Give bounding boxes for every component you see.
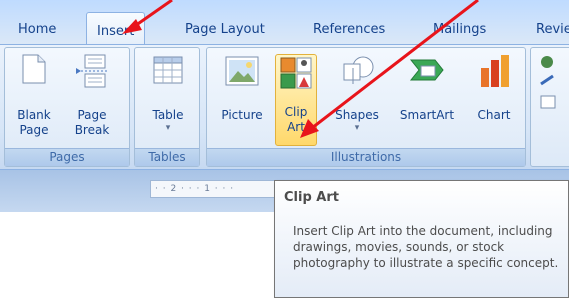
shapes-label: Shapes <box>335 108 379 122</box>
table-label: Table <box>152 108 184 122</box>
tab-home[interactable]: Home <box>18 22 56 37</box>
group-pages-label: Pages <box>5 148 129 166</box>
page-break-icon <box>76 54 107 88</box>
shapes-button[interactable]: Shapes ▾ <box>329 52 385 133</box>
group-illustrations-label: Illustrations <box>207 148 525 166</box>
group-links-partial <box>530 47 569 167</box>
picture-icon <box>225 56 259 86</box>
shapes-icon <box>343 56 374 84</box>
tab-page-layout[interactable]: Page Layout <box>185 22 265 37</box>
blank-page-button[interactable]: Blank Page <box>9 52 59 138</box>
tooltip-title: Clip Art <box>284 190 339 205</box>
tab-review[interactable]: Revie <box>536 22 569 37</box>
group-tables-label: Tables <box>135 148 199 166</box>
smartart-button[interactable]: SmartArt <box>393 52 461 123</box>
group-tables: Table ▾ Tables <box>134 47 200 167</box>
ribbon-panel: Blank Page Page Break Pages Table ▾ Tabl… <box>0 44 569 170</box>
group-illustrations: Picture Clip Art Shapes ▾ SmartArt Chart… <box>206 47 526 167</box>
tooltip-body: Insert Clip Art into the document, inclu… <box>293 224 559 270</box>
table-dropdown-icon: ▾ <box>165 123 171 133</box>
picture-button[interactable]: Picture <box>213 52 271 123</box>
tab-mailings[interactable]: Mailings <box>433 22 486 37</box>
group-pages: Blank Page Page Break Pages <box>4 47 130 167</box>
tab-references[interactable]: References <box>313 22 385 37</box>
shapes-dropdown-icon: ▾ <box>354 123 360 133</box>
clip-art-tooltip: Clip Art Insert Clip Art into the docume… <box>274 180 569 298</box>
page-break-label: Page Break <box>74 108 110 137</box>
smartart-icon <box>409 59 444 81</box>
ribbon-tab-bar: Home Insert Page Layout References Maili… <box>0 0 569 45</box>
clip-art-icon <box>280 57 312 89</box>
blank-page-label: Blank Page <box>17 108 51 137</box>
blank-page-icon <box>22 54 46 84</box>
smartart-label: SmartArt <box>399 108 455 122</box>
chart-icon <box>481 55 509 87</box>
clip-art-label: Clip Art <box>284 105 308 134</box>
chart-label: Chart <box>477 108 511 122</box>
page-break-button[interactable]: Page Break <box>67 52 117 138</box>
picture-label: Picture <box>221 108 263 122</box>
links-icons <box>540 56 556 109</box>
clip-art-button[interactable]: Clip Art <box>275 54 317 146</box>
chart-button[interactable]: Chart <box>467 52 521 123</box>
tab-insert[interactable]: Insert <box>86 12 146 45</box>
table-icon <box>153 56 183 84</box>
table-button[interactable]: Table ▾ <box>141 52 195 133</box>
